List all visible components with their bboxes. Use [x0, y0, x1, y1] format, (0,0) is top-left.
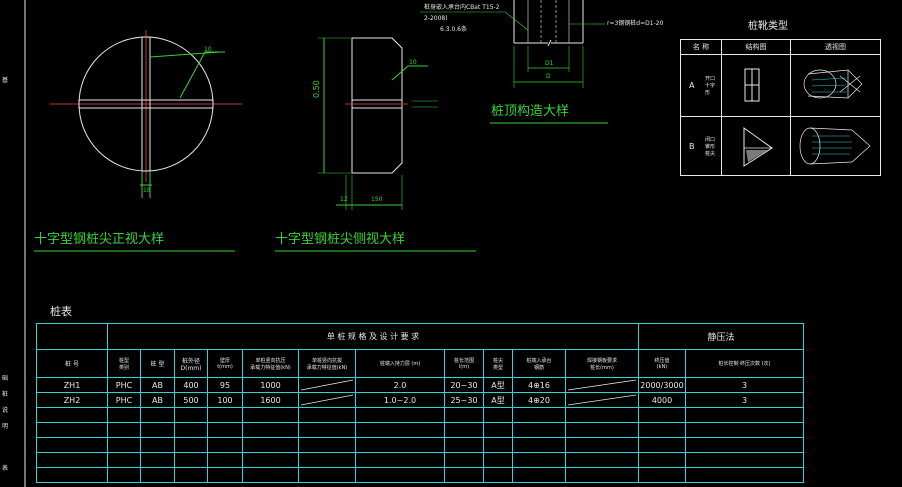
pile-table-header-12: 终压值 (kN) — [638, 349, 686, 378]
cell-zh2-length: 25~30 — [444, 392, 484, 408]
pile-table-header-8: 桩长范围 l(m) — [444, 349, 484, 378]
left-margin-text-5: 表 — [2, 465, 9, 472]
caption-side-view: 十字型钢桩尖侧视大样 — [275, 232, 406, 247]
pile-table-header-9: 桩尖 类型 — [483, 349, 513, 378]
cell-zh1-type: AB — [140, 377, 175, 393]
caption-front-view: 十字型钢桩尖正视大样 — [34, 232, 165, 247]
pile-table-header-10: 桩端入承台 钢筋 — [512, 349, 566, 378]
dim-front-bottom: 18 — [143, 187, 151, 194]
pile-type-title: 桩靴类型 — [748, 21, 788, 32]
pile-type-table: 名 称 结构图 透视图 A 开口 十字 形 B 闭口 锥形 桩尖 — [680, 39, 881, 176]
pile-table-header-1: 桩型 类别 — [107, 349, 141, 378]
pile-table-empty-row — [36, 467, 804, 483]
pile-type-a-perspective — [790, 54, 881, 117]
pile-type-a-name: A — [689, 81, 695, 90]
pile-type-header-perspective: 透视图 — [790, 39, 881, 55]
pile-table-header-5: 单桩竖向抗压 承载力特征值(kN) — [242, 349, 299, 378]
cell-zh2-plate — [565, 392, 639, 408]
cell-zh1-diameter: 400 — [174, 377, 208, 393]
pile-table-header-2: 桩 型 — [140, 349, 175, 378]
caption-pile-table: 桩表 — [50, 305, 72, 318]
pile-type-b-perspective — [790, 116, 881, 176]
pile-type-a-structure — [721, 54, 791, 117]
cell-zh2-final-pressure: 4000 — [638, 392, 686, 408]
note-line-1: 桩身嵌入承台内CBat T15-2 — [424, 4, 500, 11]
pile-table-row-zh1: ZH1 PHC AB 400 95 1000 2.0 20~30 A型 4⊕16… — [36, 377, 804, 393]
pile-table-header-row: 桩 号 桩型 类别 桩 型 桩外径 D(mm) 壁厚 t(mm) 单桩竖向抗压 … — [36, 349, 804, 378]
pile-type-a-desc: 开口 十字 形 — [705, 76, 716, 96]
left-margin-text-1: 础 — [2, 375, 9, 382]
cell-zh2-rebar: 4⊕20 — [512, 392, 566, 408]
cell-zh2-compression: 1600 — [242, 392, 299, 408]
cell-zh2-thickness: 100 — [207, 392, 243, 408]
pile-table-header-11: 焊接钢板要求 桩长(mm) — [565, 349, 639, 378]
leader-line-2 — [179, 51, 206, 99]
pile-type-header-structure: 结构图 — [721, 39, 791, 55]
pile-type-header-name: 名 称 — [680, 39, 722, 55]
pile-table-empty-row — [36, 422, 804, 438]
note-right: r=3钢钢桩d=D1-20 — [607, 20, 664, 27]
dim-side-weld: 10 — [409, 59, 417, 66]
cell-zh2-type: AB — [140, 392, 175, 408]
cell-zh1-plate — [565, 377, 639, 393]
dim-front-weld: 10 — [204, 46, 212, 53]
dim-side-height: 0.50 — [312, 80, 321, 98]
front-view-drawing — [34, 30, 242, 252]
cell-zh1-tip: A型 — [483, 377, 513, 393]
dim-top-d: D — [546, 73, 551, 80]
note-line-3: 6.3.0.6条 — [440, 26, 467, 33]
cell-zh1-category: PHC — [107, 377, 141, 393]
caption-pile-top: 桩顶构造大样 — [491, 104, 570, 119]
pile-table-row-zh2: ZH2 PHC AB 500 100 1600 1.0~2.0 25~30 A型… — [36, 392, 804, 408]
cell-zh1-thickness: 95 — [207, 377, 243, 393]
dim-top-d1: D1 — [545, 60, 554, 67]
pile-table-empty-row — [36, 407, 804, 423]
pile-type-row-a: A 开口 十字 形 — [680, 54, 722, 117]
left-margin-text-2: 桩 — [2, 391, 9, 398]
pile-table-header-7: 桩端入持力层 (m) — [355, 349, 445, 378]
cell-zh1-final-pressure: 2000/3000 — [638, 377, 686, 393]
cell-zh2-code: ZH2 — [36, 392, 108, 408]
cell-zh2-category: PHC — [107, 392, 141, 408]
left-margin-text-4: 明 — [2, 423, 9, 430]
pile-table-empty-row — [36, 437, 804, 453]
cell-zh1-code: ZH1 — [36, 377, 108, 393]
dim-side-bottom-b: 150 — [371, 196, 383, 203]
pile-table-header-6: 单桩竖向抗拔 承载力特征值(kN) — [298, 349, 356, 378]
pile-type-b-name: B — [689, 141, 695, 151]
pile-table-corner — [36, 323, 108, 350]
pile-table-group-press: 静压法 — [638, 323, 804, 350]
cell-zh2-press-count: 3 — [685, 392, 804, 408]
side-view-drawing — [275, 37, 476, 252]
cell-zh1-press-count: 3 — [685, 377, 804, 393]
pile-table-header-0: 桩 号 — [36, 349, 108, 378]
pile-schedule-table: 单 桩 规 格 及 设 计 要 求 静压法 桩 号 桩型 类别 桩 型 桩外径 … — [36, 323, 804, 483]
pile-table-empty-row — [36, 452, 804, 468]
cell-zh1-uplift — [298, 377, 356, 393]
left-margin-text-0: 基 — [2, 77, 9, 84]
dim-side-bottom-a: 12 — [340, 196, 348, 203]
pile-type-b-desc: 闭口 锥形 桩尖 — [705, 136, 716, 157]
pile-type-row-b: B 闭口 锥形 桩尖 — [680, 116, 722, 176]
cell-zh2-embed: 1.0~2.0 — [355, 392, 445, 408]
note-line-2: 2-2008) — [424, 15, 448, 22]
cell-zh2-diameter: 500 — [174, 392, 208, 408]
cell-zh1-rebar: 4⊕16 — [512, 377, 566, 393]
side-plate-outline — [351, 37, 403, 174]
pile-table-group-design: 单 桩 规 格 及 设 计 要 求 — [107, 323, 639, 350]
pile-table-header-3: 桩外径 D(mm) — [174, 349, 208, 378]
cell-zh1-compression: 1000 — [242, 377, 299, 393]
pile-type-b-structure — [721, 116, 791, 176]
cell-zh2-uplift — [298, 392, 356, 408]
cell-zh2-tip: A型 — [483, 392, 513, 408]
cell-zh1-embed: 2.0 — [355, 377, 445, 393]
cell-zh1-length: 20~30 — [444, 377, 484, 393]
pile-table-header-4: 壁厚 t(mm) — [207, 349, 243, 378]
left-margin-text-3: 说 — [2, 407, 9, 414]
pile-table-header-13: 桩长控制 终压次数 (次) — [685, 349, 804, 378]
